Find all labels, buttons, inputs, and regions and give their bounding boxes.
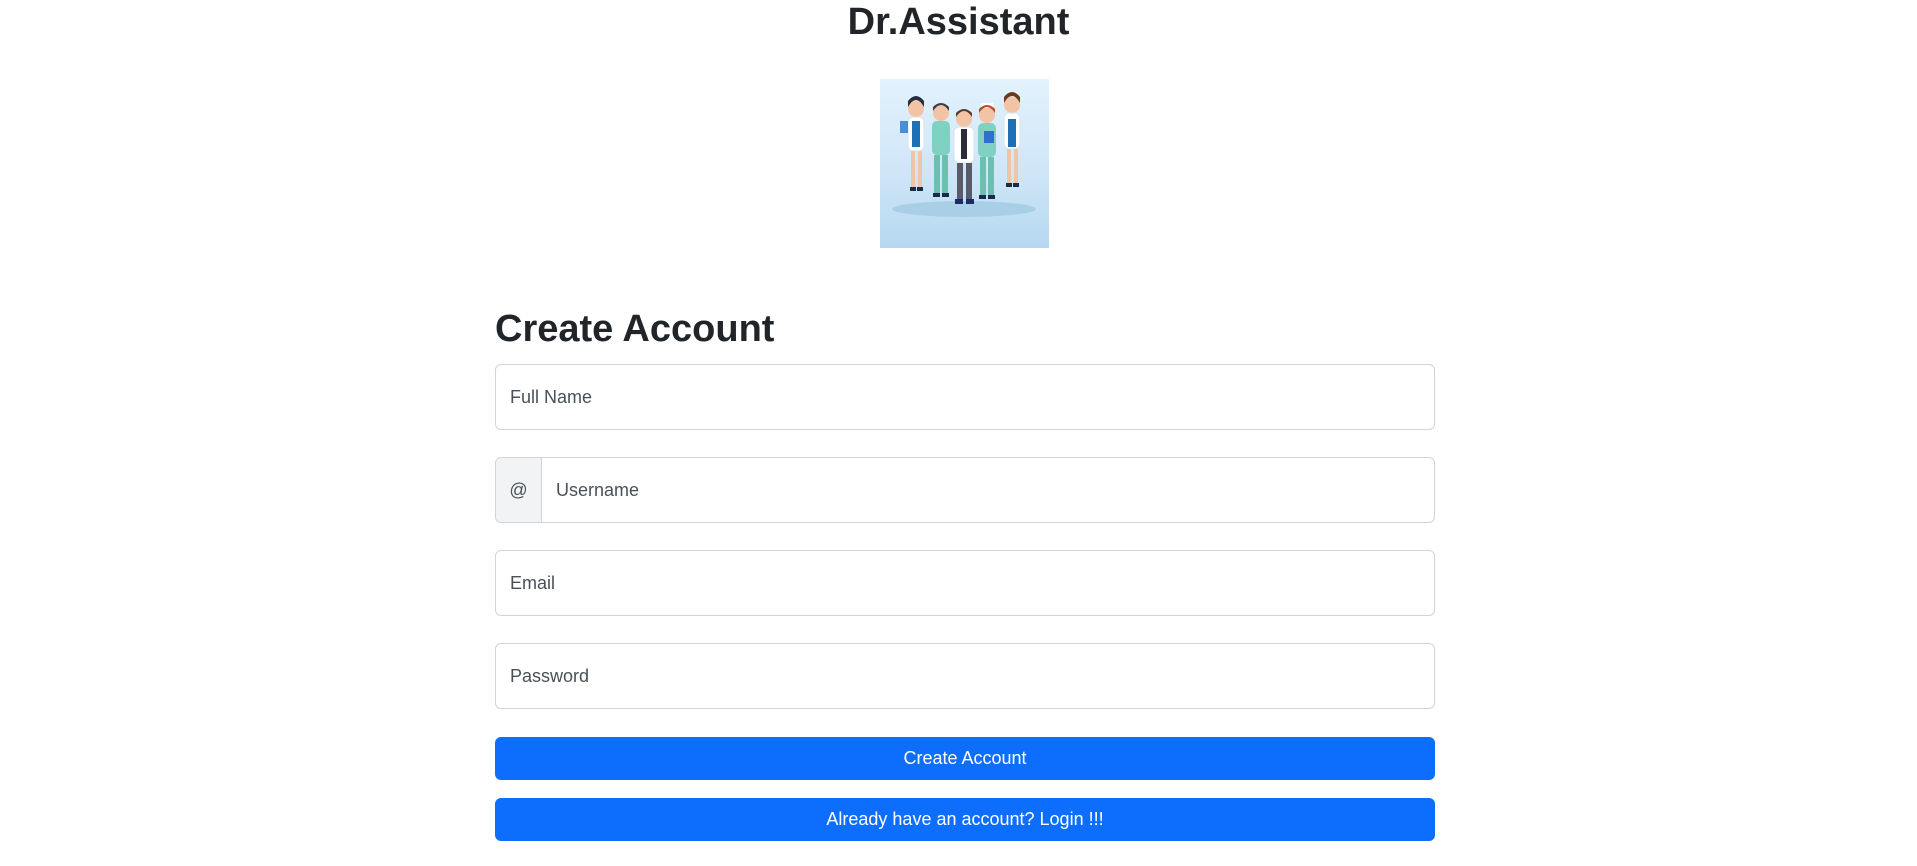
email-input[interactable]: [496, 551, 1434, 615]
email-field[interactable]: [495, 550, 1435, 616]
medical-team-image: [880, 79, 1049, 248]
full-name-field[interactable]: [495, 364, 1435, 430]
username-field[interactable]: @: [495, 457, 1435, 523]
full-name-input[interactable]: [496, 365, 1434, 429]
password-input[interactable]: [496, 644, 1434, 708]
at-sign-addon: @: [496, 458, 542, 522]
password-field[interactable]: [495, 643, 1435, 709]
username-input[interactable]: [542, 458, 1434, 522]
form-heading: Create Account: [495, 308, 775, 350]
create-account-form: Create Account @ Create Account Already …: [495, 300, 1435, 841]
app-title: Dr.Assistant: [847, 1, 1070, 43]
create-account-button[interactable]: Create Account: [495, 737, 1435, 780]
login-link-button[interactable]: Already have an account? Login !!!: [495, 798, 1435, 841]
